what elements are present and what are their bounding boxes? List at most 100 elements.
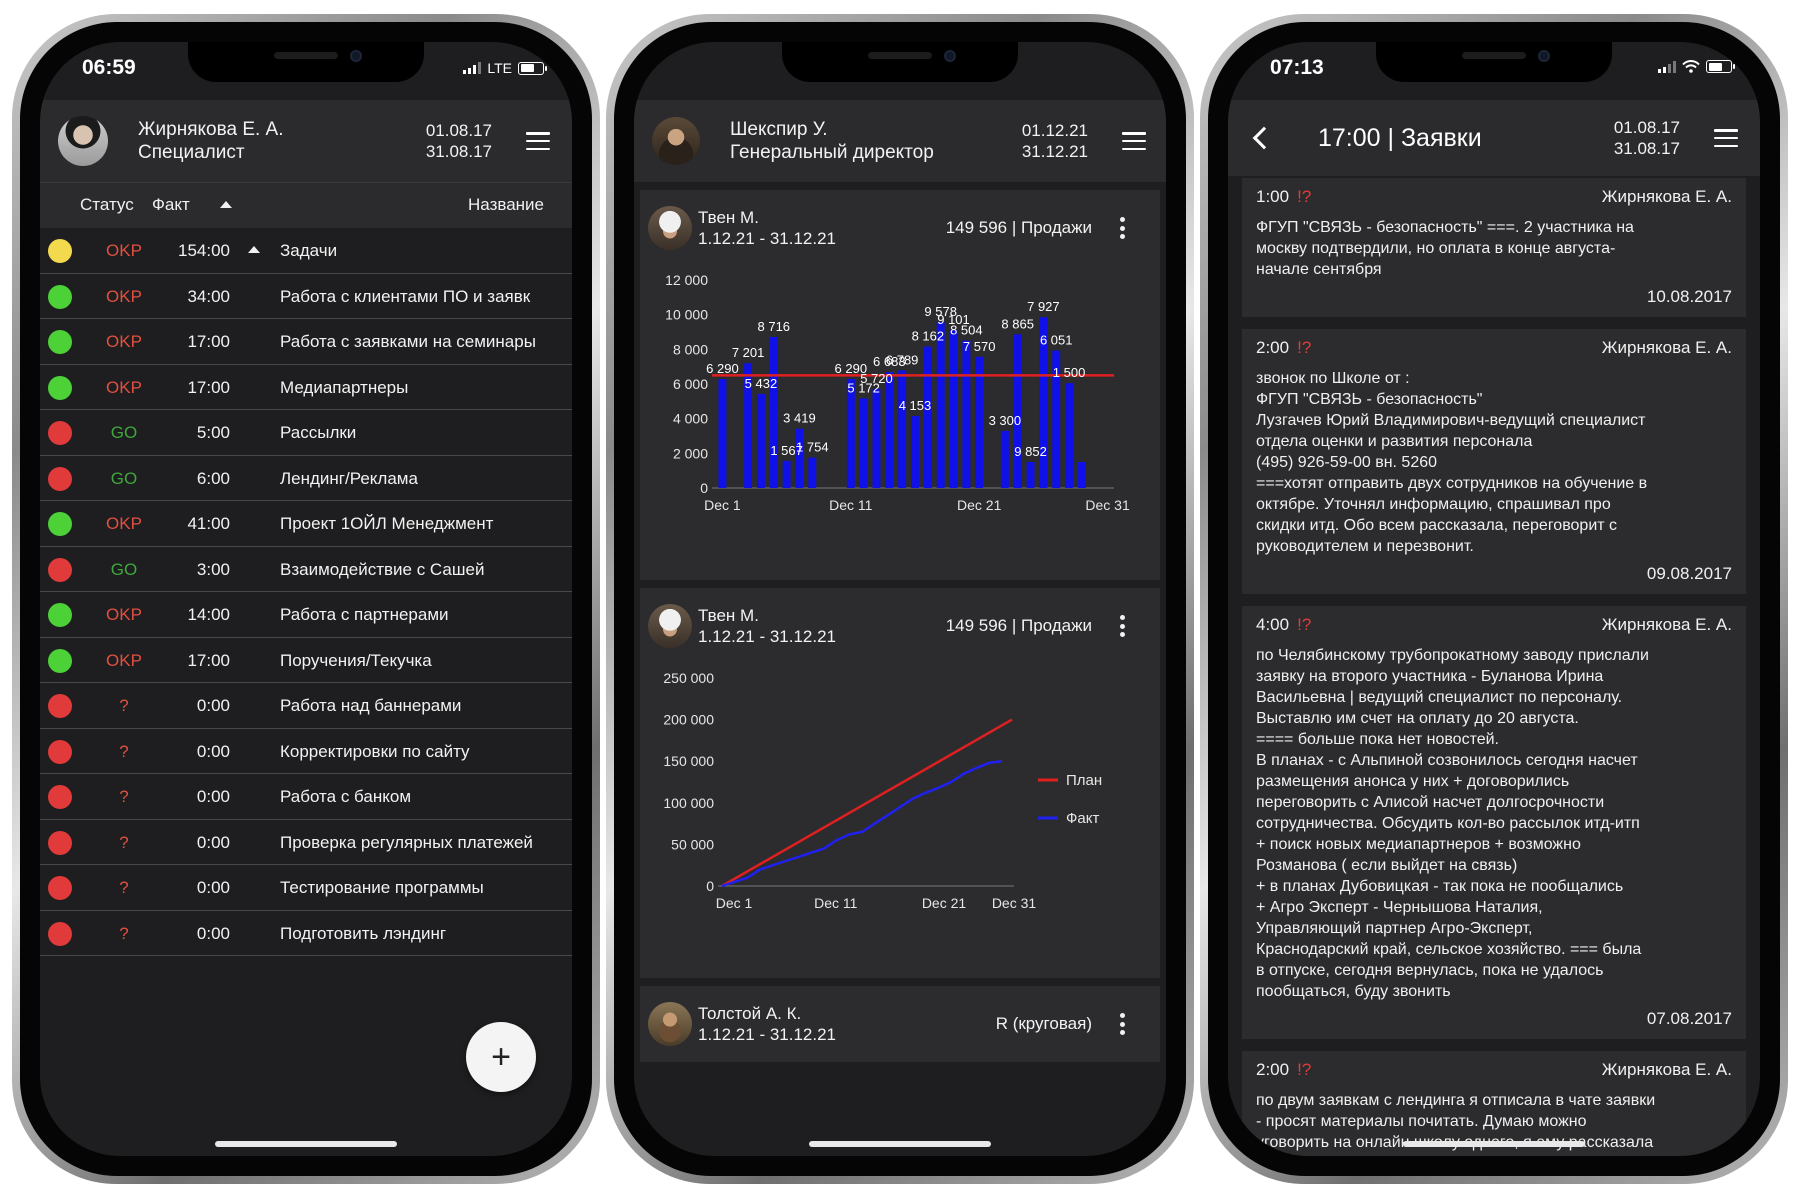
date-to: 31.08.17	[1613, 139, 1680, 158]
home-indicator[interactable]	[809, 1141, 991, 1147]
more-icon[interactable]	[1120, 217, 1126, 239]
more-icon[interactable]	[1120, 1013, 1126, 1035]
task-fact: 0:00	[196, 741, 230, 761]
task-row[interactable]: OKP 154:00 Задачи	[40, 228, 572, 274]
user-role: Специалист	[138, 142, 245, 163]
task-status: ?	[119, 696, 129, 715]
request-time-wrap: 2:00!?	[1256, 337, 1311, 358]
task-title: Взаимодействие с Сашей	[280, 559, 485, 579]
task-row[interactable]: ? 0:00 Работа над баннерами	[40, 683, 572, 729]
x-tick-label: Dec 11	[829, 497, 873, 513]
status-icons: LTE	[463, 60, 547, 76]
task-status: GO	[110, 559, 138, 579]
bar	[795, 428, 804, 488]
task-status: OKP	[106, 286, 142, 306]
task-status: ?	[119, 787, 129, 806]
task-row[interactable]: ? 0:00 Работа с банком	[40, 774, 572, 820]
widget-header: Толстой А. К. 1.12.21 - 31.12.21 R (круг…	[640, 986, 1160, 1062]
request-card[interactable]: 4:00!? Жирнякова Е. А. по Челябинскому тру…	[1242, 606, 1746, 1039]
back-arrow-icon[interactable]	[1252, 126, 1276, 150]
task-status: GO	[110, 468, 138, 488]
column-name[interactable]: Название	[468, 195, 544, 215]
task-row[interactable]: ? 0:00 Корректировки по сайту	[40, 728, 572, 774]
request-time: 2:00	[1256, 338, 1290, 357]
request-flag: !?	[1297, 1060, 1312, 1079]
menu-icon[interactable]	[526, 132, 550, 150]
user-name: Шекспир У.	[730, 119, 828, 140]
date-from: 01.08.17	[425, 121, 492, 140]
table-header: Статус Факт Название	[40, 182, 572, 228]
task-title: Работа с заявками на семинары	[280, 332, 536, 351]
request-time: 2:00	[1256, 1060, 1290, 1079]
request-author: Жирнякова Е. А.	[1601, 615, 1732, 634]
x-tick-label: Dec 31	[1085, 497, 1130, 513]
task-row[interactable]: OKP 17:00 Медиапартнеры	[40, 364, 572, 410]
task-fact: 0:00	[196, 832, 230, 852]
request-list: 1:00!? Жирнякова Е. А. ФГУП "СВЯЗЬ - безоп…	[1228, 176, 1760, 1156]
avatar[interactable]	[652, 117, 700, 165]
collapse-icon[interactable]	[248, 246, 260, 253]
widget-owner: Твен М. 1.12.21 - 31.12.21	[698, 605, 836, 647]
task-row[interactable]: ? 0:00 Подготовить лэндинг	[40, 910, 572, 956]
avatar[interactable]	[58, 116, 108, 166]
status-icons	[1658, 60, 1735, 73]
request-time-wrap: 1:00!?	[1256, 186, 1311, 207]
more-icon[interactable]	[1120, 615, 1126, 637]
task-row[interactable]: GO 3:00 Взаимодействие с Сашей	[40, 546, 572, 592]
task-row[interactable]: GO 5:00 Рассылки	[40, 410, 572, 456]
column-status[interactable]: Статус	[80, 195, 134, 215]
bar	[1000, 430, 1009, 488]
y-tick-label: 6 000	[673, 376, 708, 392]
widget-summary: 149 596 | Продажи	[945, 218, 1092, 237]
period: 1.12.21 - 31.12.21	[698, 1025, 837, 1044]
task-row[interactable]: GO 6:00 Лендинг/Реклама	[40, 455, 572, 501]
task-row[interactable]: ? 0:00 Тестирование программы	[40, 865, 572, 911]
x-tick-label: Dec 31	[992, 895, 1037, 911]
task-title: Тестирование программы	[280, 878, 484, 897]
task-title: Поручения/Текучка	[280, 650, 432, 670]
task-fact: 17:00	[187, 377, 230, 397]
phone-tasks: 06:59 LTE Жирнякова Е. А. Специалист 01.…	[12, 14, 600, 1184]
phone-bezel: Шекспир У. Генеральный директор 01.12.21…	[614, 22, 1186, 1176]
request-header: 2:00!? Жирнякова Е. А.	[1256, 337, 1732, 358]
date-range[interactable]: 01.08.17 31.08.17	[1614, 117, 1680, 159]
date-range[interactable]: 01.08.17 31.08.17	[426, 120, 492, 162]
data-label: 8 162	[912, 329, 945, 344]
x-tick-label: Dec 11	[814, 895, 858, 911]
y-tick-label: 2 000	[673, 445, 708, 461]
camera	[944, 50, 956, 62]
date-range[interactable]: 01.12.21 31.12.21	[1022, 120, 1088, 162]
task-row[interactable]: ? 0:00 Проверка регулярных платежей	[40, 819, 572, 865]
app-header: Шекспир У. Генеральный директор 01.12.21…	[634, 100, 1166, 182]
bar	[1077, 462, 1086, 488]
task-status: OKP	[106, 332, 142, 351]
data-label: 4 153	[899, 398, 932, 413]
data-label: 8 716	[758, 319, 791, 334]
add-button[interactable]: +	[466, 1022, 536, 1092]
menu-icon[interactable]	[1714, 129, 1738, 147]
task-status: ?	[119, 832, 129, 852]
user-info: Жирнякова Е. А. Специалист	[138, 118, 426, 164]
task-row[interactable]: OKP 41:00 Проект 1ОЙЛ Менеджмент	[40, 501, 572, 547]
status-dot-icon	[48, 921, 72, 946]
task-row[interactable]: OKP 17:00 Работа с заявками на семинары	[40, 319, 572, 365]
widget-card[interactable]: Твен М. 1.12.21 - 31.12.21 149 596 | Про…	[640, 588, 1160, 978]
task-row[interactable]: OKP 17:00 Поручения/Текучка	[40, 637, 572, 683]
request-card[interactable]: 2:00!? Жирнякова Е. А. звонок по Школе от …	[1242, 329, 1746, 594]
sort-asc-icon[interactable]	[220, 201, 232, 208]
task-row[interactable]: OKP 14:00 Работа с партнерами	[40, 592, 572, 638]
home-indicator[interactable]	[215, 1141, 397, 1147]
bar	[936, 321, 945, 488]
widget-card[interactable]: Твен М. 1.12.21 - 31.12.21 149 596 | Про…	[640, 190, 1160, 580]
data-label: 6 290	[706, 361, 739, 376]
widget-card[interactable]: Толстой А. К. 1.12.21 - 31.12.21 R (круг…	[640, 986, 1160, 1062]
bar	[769, 336, 778, 488]
screen-dashboard: Шекспир У. Генеральный директор 01.12.21…	[634, 42, 1166, 1156]
task-list: OKP 154:00 Задачи OKP 34:00 Работа с клиентам…	[40, 228, 572, 956]
menu-icon[interactable]	[1122, 132, 1146, 150]
status-dot-icon	[48, 421, 72, 445]
column-fact[interactable]: Факт	[152, 195, 190, 215]
request-card[interactable]: 1:00!? Жирнякова Е. А. ФГУП "СВЯЗЬ - безоп…	[1242, 178, 1746, 317]
home-indicator[interactable]	[1403, 1141, 1585, 1147]
task-row[interactable]: OKP 34:00 Работа с клиентами ПО и заявк	[40, 273, 572, 319]
